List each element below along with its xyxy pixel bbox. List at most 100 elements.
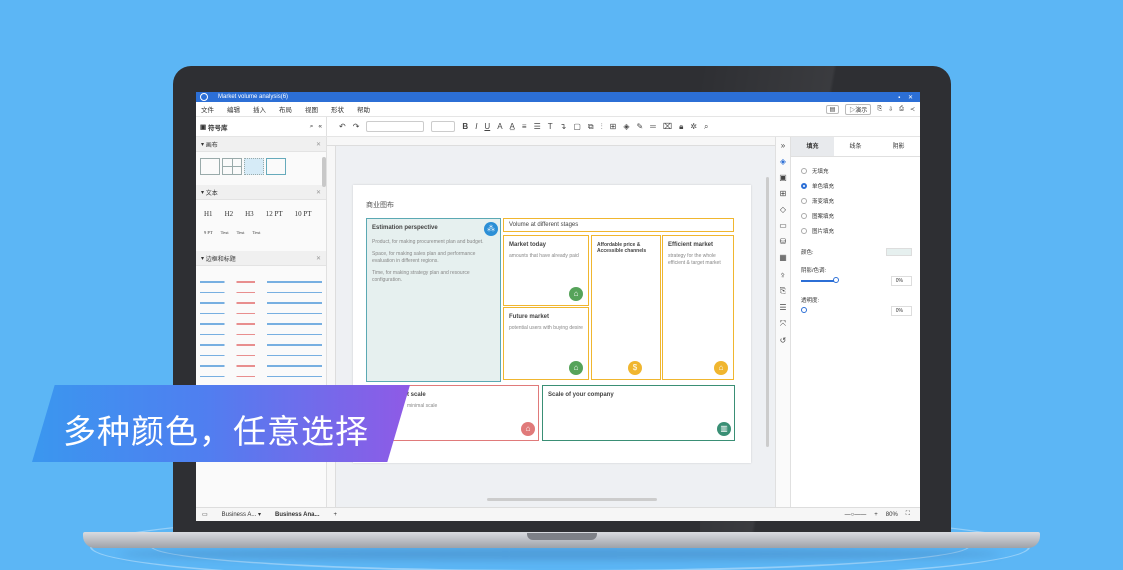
text-block[interactable]: Text xyxy=(237,230,245,235)
close-icon[interactable]: ✕ xyxy=(316,141,321,148)
tab-line[interactable]: 线条 xyxy=(834,137,877,156)
search-icon[interactable]: ⌕ xyxy=(310,123,314,131)
tab-fill[interactable]: 填充 xyxy=(791,137,834,156)
copy-icon[interactable]: ⧉ xyxy=(588,122,594,132)
font-family-select[interactable] xyxy=(366,121,425,132)
menu-insert[interactable]: 插入 xyxy=(253,104,266,114)
history-icon[interactable]: ↺ xyxy=(780,336,787,345)
sidebar-scrollbar[interactable] xyxy=(322,157,326,187)
close-icon[interactable]: ✕ xyxy=(316,189,321,196)
chevron-down-icon[interactable]: ▾ xyxy=(256,511,261,518)
volume-box[interactable]: Volume at different stages xyxy=(503,218,734,232)
add-page-icon[interactable]: + xyxy=(334,512,338,518)
text-12pt[interactable]: 12 PT xyxy=(266,210,283,218)
fill-tool-icon[interactable]: ◈ xyxy=(780,157,786,166)
section-borders[interactable]: ▾ 边框和标题 ✕ xyxy=(196,251,326,266)
undo-icon[interactable]: ↶ xyxy=(339,122,346,131)
zoom-out-icon[interactable]: —○—— xyxy=(845,512,867,518)
zoom-in-icon[interactable]: + xyxy=(874,512,878,518)
download-icon[interactable]: ⇩ xyxy=(888,106,893,113)
estimation-box[interactable]: Estimation perspective Product, for maki… xyxy=(366,218,501,382)
shade-slider[interactable] xyxy=(801,280,837,282)
layers-icon[interactable]: ◇ xyxy=(780,205,786,214)
distribute-icon[interactable]: ⫶ xyxy=(601,122,603,132)
present-button[interactable]: ▷演示 xyxy=(845,103,872,115)
expand-icon[interactable]: » xyxy=(781,141,785,150)
text-box-icon[interactable]: T xyxy=(548,122,553,131)
page-icon[interactable]: ▣ xyxy=(779,173,787,182)
efficient-box[interactable]: Efficient market strategy for the whole … xyxy=(662,235,734,380)
text-style-icon[interactable]: A̲ xyxy=(510,122,515,131)
print-icon[interactable]: ⎙ xyxy=(899,106,904,113)
fullscreen-icon[interactable]: ⛶ xyxy=(906,511,910,518)
shape-icon[interactable]: ▢ xyxy=(573,122,581,131)
share-icon[interactable]: ≺ xyxy=(910,106,915,113)
text-9pt[interactable]: 9 PT xyxy=(204,230,213,235)
fill-option-pattern[interactable]: 图案填充 xyxy=(801,212,920,220)
shape-grid[interactable] xyxy=(222,158,242,175)
page-view-icon[interactable]: ▭ xyxy=(202,511,208,518)
market-today-box[interactable]: Market today amounts that have already p… xyxy=(503,235,589,306)
fit-icon[interactable]: ⤧ xyxy=(780,319,786,329)
zoom-level[interactable]: 80% xyxy=(886,512,898,518)
shape-table[interactable] xyxy=(266,158,286,175)
text-block[interactable]: Text xyxy=(253,230,261,235)
shape-blank[interactable] xyxy=(200,158,220,175)
align-icon[interactable]: ≡ xyxy=(522,122,527,131)
transparency-value[interactable]: 0% xyxy=(890,306,912,316)
future-market-box[interactable]: Future market potential users with buyin… xyxy=(503,307,589,380)
book-icon[interactable]: ▤ xyxy=(825,104,840,114)
menu-help[interactable]: 帮助 xyxy=(357,104,370,114)
menu-layout[interactable]: 布局 xyxy=(279,104,292,114)
menu-shape[interactable]: 形状 xyxy=(331,104,344,114)
redo-icon[interactable]: ↷ xyxy=(353,122,360,131)
page-tab-2[interactable]: Business Ana... xyxy=(275,512,319,518)
font-color-icon[interactable]: A xyxy=(497,122,502,131)
text-10pt[interactable]: 10 PT xyxy=(295,210,312,218)
group-icon[interactable]: ⊞ xyxy=(610,122,617,131)
text-h1[interactable]: H1 xyxy=(204,210,213,218)
fill-option-image[interactable]: 图片填充 xyxy=(801,227,920,235)
font-size-select[interactable] xyxy=(431,121,456,132)
shade-slider-handle[interactable] xyxy=(833,277,839,283)
section-text[interactable]: ▾ 文本 ✕ xyxy=(196,185,326,200)
export-icon[interactable]: ⎘ xyxy=(780,286,786,296)
tree-icon[interactable]: ⍚ xyxy=(781,269,786,279)
grid-icon[interactable]: ⊞ xyxy=(780,189,787,198)
tools-icon[interactable]: ✲ xyxy=(690,122,697,131)
canvas-vertical-scrollbar[interactable] xyxy=(766,177,769,447)
fill-option-solid[interactable]: 单色填充 xyxy=(801,182,920,190)
page-tab-1[interactable]: Business A... xyxy=(222,512,257,518)
chart-icon[interactable]: ▦ xyxy=(779,253,787,262)
window-controls[interactable]: ▪ ✕ xyxy=(898,94,916,101)
connector-icon[interactable]: ↴ xyxy=(560,122,567,131)
image-icon[interactable]: ▭ xyxy=(779,221,787,230)
underline-icon[interactable]: U xyxy=(484,122,490,131)
bold-icon[interactable]: B xyxy=(462,122,468,131)
fill-icon[interactable]: ◈ xyxy=(623,122,629,131)
pen-icon[interactable]: ✎ xyxy=(636,122,643,131)
tab-shadow[interactable]: 阴影 xyxy=(877,137,920,156)
collapse-icon[interactable]: « xyxy=(318,123,322,131)
export-icon[interactable]: ⎘ xyxy=(877,106,882,113)
diagram-page[interactable]: 商业图布 Estimation perspective Product, for… xyxy=(353,185,751,463)
zoom-search-icon[interactable]: ⌕ xyxy=(704,122,708,132)
text-h3[interactable]: H3 xyxy=(245,210,254,218)
data-icon[interactable]: ⛁ xyxy=(780,237,787,246)
menu-view[interactable]: 视图 xyxy=(305,104,318,114)
line-style-icon[interactable]: ═ xyxy=(650,122,656,131)
italic-icon[interactable]: I xyxy=(475,122,477,131)
section-canvas[interactable]: ▾ 画布 ✕ xyxy=(196,137,326,152)
canvas-horizontal-scrollbar[interactable] xyxy=(487,498,657,501)
shape-dotted[interactable] xyxy=(244,158,264,175)
lock-icon[interactable]: 🔒︎ xyxy=(679,122,683,132)
format-icon[interactable]: ☰ xyxy=(779,303,786,312)
text-block[interactable]: Text xyxy=(221,230,229,235)
shade-value[interactable]: 0% xyxy=(890,276,912,286)
list-icon[interactable]: ☰ xyxy=(534,122,541,131)
menu-edit[interactable]: 编辑 xyxy=(227,104,240,114)
crop-icon[interactable]: ⌧ xyxy=(663,122,672,131)
transparency-slider-handle[interactable] xyxy=(801,307,807,313)
canvas-area[interactable]: 商业图布 Estimation perspective Product, for… xyxy=(327,137,775,507)
fill-option-none[interactable]: 无填充 xyxy=(801,167,920,175)
